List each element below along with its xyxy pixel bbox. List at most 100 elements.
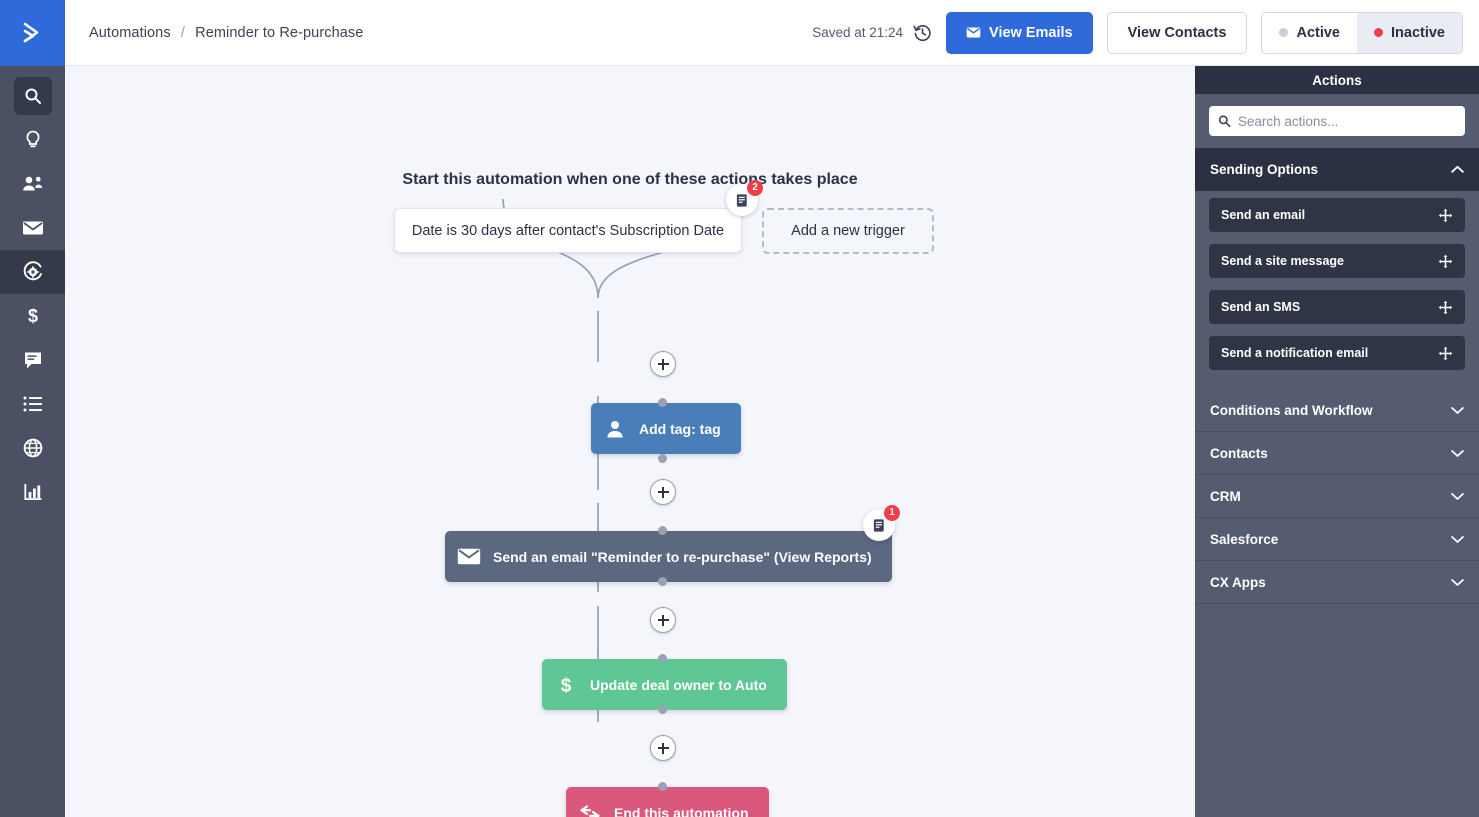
action-item-send-an-email[interactable]: Send an email — [1209, 198, 1465, 232]
actions-panel: Actions Sending Options — [1195, 66, 1479, 817]
trigger-badge-count: 2 — [747, 180, 763, 196]
report-note-icon — [736, 193, 747, 207]
view-emails-label: View Emails — [989, 24, 1073, 41]
dollar-icon: $ — [27, 306, 37, 326]
action-item-send-an-sms[interactable]: Send an SMS — [1209, 290, 1465, 324]
status-inactive-button[interactable]: Inactive — [1357, 12, 1462, 53]
sidebar-item-deals[interactable]: $ — [0, 294, 65, 338]
add-step-button-4[interactable] — [650, 735, 676, 761]
breadcrumb-current: Reminder to Re-purchase — [195, 24, 364, 41]
search-actions-input[interactable] — [1237, 113, 1456, 129]
node-add-tag-label: Add tag: tag — [639, 420, 721, 437]
user-icon — [591, 419, 639, 439]
action-item-label: Send a site message — [1221, 254, 1344, 268]
view-contacts-button[interactable]: View Contacts — [1106, 11, 1248, 54]
node-end-automation[interactable]: End this automation — [566, 787, 769, 817]
sidebar-item-reports[interactable] — [0, 470, 65, 514]
chat-icon — [24, 352, 41, 368]
automation-canvas[interactable]: Start this automation when one of these … — [65, 66, 1195, 817]
section-header-contacts[interactable]: Contacts — [1195, 432, 1479, 475]
search-icon — [13, 77, 52, 115]
breadcrumb: Automations / Reminder to Re-purchase — [89, 25, 363, 41]
status-active-label: Active — [1296, 24, 1340, 41]
svg-text:$: $ — [27, 306, 37, 326]
chevron-down-icon — [1451, 449, 1464, 457]
node-update-deal-owner[interactable]: $ Update deal owner to Auto — [542, 659, 787, 710]
sidebar-item-lists[interactable] — [0, 382, 65, 426]
section-header-cx-apps[interactable]: CX Apps — [1195, 561, 1479, 604]
sidebar-item-campaigns[interactable] — [0, 206, 65, 250]
bar-chart-icon — [23, 484, 41, 500]
top-header: Automations / Reminder to Re-purchase Sa… — [65, 0, 1479, 66]
connector-dot — [658, 782, 667, 791]
section-label: Sending Options — [1210, 162, 1318, 177]
section-label: Salesforce — [1210, 531, 1279, 547]
actions-search-box[interactable] — [1209, 106, 1465, 136]
view-emails-button[interactable]: View Emails — [946, 11, 1093, 54]
dollar-icon: $ — [542, 674, 590, 696]
drag-move-icon[interactable] — [1438, 208, 1453, 223]
sidebar-item-ideas[interactable] — [0, 118, 65, 162]
send-email-badge-count: 1 — [884, 505, 900, 521]
exchange-arrows-icon — [566, 804, 614, 817]
section-label: Contacts — [1210, 445, 1268, 461]
main-column: Automations / Reminder to Re-purchase Sa… — [65, 0, 1479, 817]
breadcrumb-root[interactable]: Automations — [89, 25, 171, 41]
brand-logo[interactable] — [0, 0, 65, 66]
app-root: $ Automations / Reminder to Re-purchase — [0, 0, 1479, 817]
saved-text: Saved at 21:24 — [812, 25, 904, 40]
actions-search-wrap — [1195, 94, 1479, 148]
canvas-title: Start this automation when one of these … — [402, 171, 858, 188]
connector-dot — [658, 526, 667, 535]
trigger-report-badge[interactable]: 2 — [726, 180, 763, 216]
list-icon — [23, 396, 42, 412]
section-header-crm[interactable]: CRM — [1195, 475, 1479, 518]
sidebar-item-contacts[interactable] — [0, 162, 65, 206]
status-toggle: Active Inactive — [1261, 11, 1463, 54]
panel-empty-space — [1195, 604, 1479, 817]
header-actions: Saved at 21:24 View Emails View Contacts — [812, 11, 1463, 54]
add-trigger-button[interactable]: Add a new trigger — [762, 208, 934, 254]
section-header-sending-options[interactable]: Sending Options — [1195, 148, 1479, 191]
section-body-sending-options: Send an email Send a site message Send a… — [1195, 191, 1479, 389]
breadcrumb-separator: / — [180, 24, 185, 41]
node-send-email-label: Send an email "Reminder to re-purchase" … — [493, 548, 872, 565]
drag-move-icon[interactable] — [1438, 300, 1453, 315]
action-item-label: Send a notification email — [1221, 346, 1369, 360]
sidebar-item-search[interactable] — [0, 74, 65, 118]
trigger-card[interactable]: Date is 30 days after contact's Subscrip… — [394, 208, 742, 253]
action-item-send-a-site-message[interactable]: Send a site message — [1209, 244, 1465, 278]
section-header-salesforce[interactable]: Salesforce — [1195, 518, 1479, 561]
status-inactive-label: Inactive — [1391, 24, 1445, 41]
add-step-button-3[interactable] — [650, 607, 676, 633]
section-header-conditions-and-workflow[interactable]: Conditions and Workflow — [1195, 389, 1479, 432]
section-label: CRM — [1210, 488, 1241, 504]
connector-dot — [658, 398, 667, 407]
node-end-automation-label: End this automation — [614, 804, 749, 817]
add-step-button-1[interactable] — [650, 351, 676, 377]
svg-text:$: $ — [561, 675, 572, 696]
chevron-down-icon — [1451, 492, 1464, 500]
action-item-label: Send an email — [1221, 208, 1306, 222]
send-email-report-badge[interactable]: 1 — [863, 505, 900, 541]
add-step-button-2[interactable] — [650, 479, 676, 505]
status-active-button[interactable]: Active — [1262, 13, 1357, 53]
node-send-email[interactable]: Send an email "Reminder to re-purchase" … — [445, 531, 892, 582]
sidebar-item-conversations[interactable] — [0, 338, 65, 382]
node-add-tag[interactable]: Add tag: tag — [591, 403, 741, 454]
automation-gear-icon — [23, 261, 42, 281]
body-area: Start this automation when one of these … — [65, 66, 1479, 817]
sidebar-item-website[interactable] — [0, 426, 65, 470]
view-contacts-label: View Contacts — [1127, 24, 1227, 41]
saved-status: Saved at 21:24 — [812, 23, 932, 42]
node-update-deal-owner-label: Update deal owner to Auto — [590, 676, 767, 693]
drag-move-icon[interactable] — [1438, 254, 1453, 269]
sidebar-item-automations[interactable] — [0, 250, 65, 294]
drag-move-icon[interactable] — [1438, 346, 1453, 361]
envelope-icon — [22, 221, 43, 235]
lightbulb-icon — [26, 130, 39, 148]
inactive-status-dot — [1374, 28, 1383, 37]
chevron-up-icon — [1451, 165, 1464, 173]
action-item-send-a-notification-email[interactable]: Send a notification email — [1209, 336, 1465, 370]
clock-history-icon[interactable] — [913, 23, 932, 42]
